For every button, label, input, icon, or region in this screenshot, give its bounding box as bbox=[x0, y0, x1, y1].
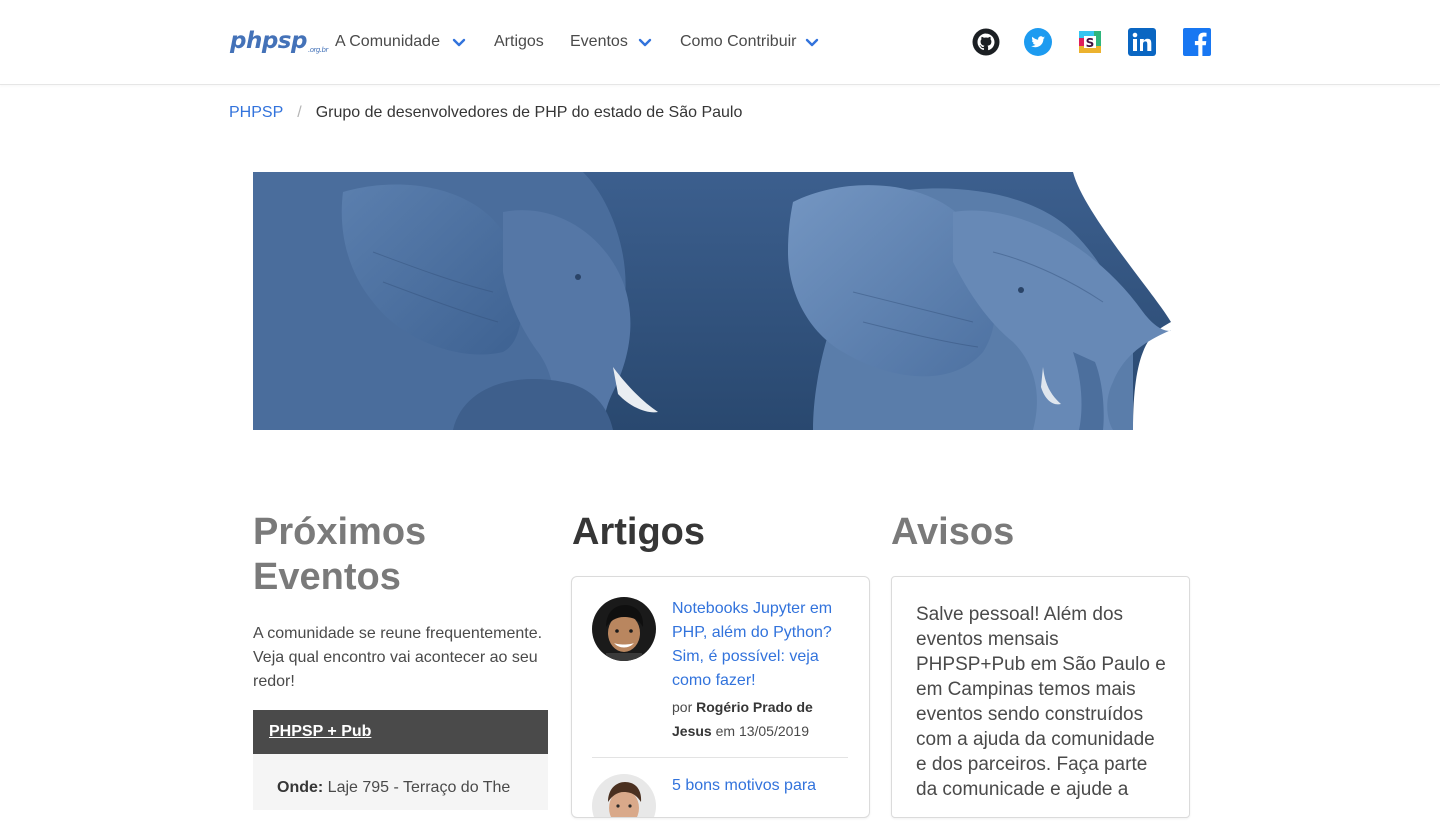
notices-card: Salve pessoal! Além dos eventos mensais … bbox=[891, 576, 1190, 818]
article-item: Notebooks Jupyter em PHP, além do Python… bbox=[592, 597, 848, 757]
logo-text: phpsp bbox=[230, 28, 307, 54]
nav-item-label: Eventos bbox=[570, 33, 628, 50]
nav-item-label: Artigos bbox=[494, 33, 544, 50]
breadcrumb-current: Grupo de desenvolvedores de PHP do estad… bbox=[315, 104, 743, 121]
articles-heading: Artigos bbox=[572, 511, 705, 553]
article-title-link[interactable]: 5 bons motivos para bbox=[672, 774, 848, 798]
navbar: phpsp.org.br A Comunidade Artigos Evento… bbox=[0, 0, 1440, 84]
event-card: PHPSP + Pub Onde: Laje 795 - Terraço do … bbox=[253, 710, 548, 810]
chevron-down-icon bbox=[638, 35, 652, 49]
author-avatar[interactable] bbox=[592, 774, 656, 817]
article-divider bbox=[592, 757, 848, 758]
twitter-icon[interactable] bbox=[1024, 28, 1052, 56]
notices-text: Salve pessoal! Além dos eventos mensais … bbox=[916, 604, 1166, 800]
event-title-link[interactable]: PHPSP + Pub bbox=[269, 723, 371, 741]
notices-heading: Avisos bbox=[891, 511, 1015, 553]
article-by-label: por bbox=[672, 699, 693, 715]
nav-item-label: Como Contribuir bbox=[680, 33, 797, 50]
nav-item-eventos[interactable]: Eventos bbox=[570, 31, 652, 53]
article-date: 13/05/2019 bbox=[738, 723, 810, 739]
article-content: Notebooks Jupyter em PHP, além do Python… bbox=[672, 597, 848, 743]
breadcrumb-separator: / bbox=[297, 104, 302, 121]
phpsp-logo[interactable]: phpsp.org.br bbox=[230, 28, 328, 54]
author-avatar[interactable] bbox=[592, 597, 656, 661]
breadcrumb-link-phpsp[interactable]: PHPSP bbox=[229, 104, 283, 122]
chevron-down-icon bbox=[452, 35, 466, 49]
events-description: A comunidade se reune frequentemente. Ve… bbox=[253, 625, 543, 690]
nav-item-a-comunidade[interactable]: A Comunidade bbox=[335, 31, 466, 53]
article-item: 5 bons motivos para bbox=[592, 774, 848, 817]
linkedin-icon[interactable] bbox=[1128, 28, 1156, 56]
nav-item-artigos[interactable]: Artigos bbox=[494, 31, 544, 53]
event-where-label: Onde: bbox=[277, 779, 324, 796]
articles-card: Notebooks Jupyter em PHP, além do Python… bbox=[571, 576, 870, 818]
chevron-down-icon bbox=[805, 35, 819, 49]
event-card-header: PHPSP + Pub bbox=[253, 710, 548, 754]
nav-item-como-contribuir[interactable]: Como Contribuir bbox=[680, 31, 819, 53]
nav-item-label: A Comunidade bbox=[335, 33, 440, 50]
article-on-label: em bbox=[715, 723, 736, 739]
logo-suffix: .org.br bbox=[307, 46, 328, 54]
article-content: 5 bons motivos para bbox=[672, 774, 848, 798]
facebook-icon[interactable] bbox=[1183, 28, 1211, 56]
article-title-link[interactable]: Notebooks Jupyter em PHP, além do Python… bbox=[672, 597, 848, 693]
event-where-value: Laje 795 - Terraço do The bbox=[327, 779, 511, 796]
article-meta: por Rogério Prado de Jesus em 13/05/2019 bbox=[672, 695, 848, 743]
slack-icon[interactable]: S bbox=[1076, 28, 1104, 56]
github-icon[interactable] bbox=[972, 28, 1000, 56]
events-heading: Próximos Eventos bbox=[253, 511, 427, 598]
event-card-body: Onde: Laje 795 - Terraço do The bbox=[253, 754, 548, 822]
svg-text:S: S bbox=[1086, 36, 1095, 50]
hero-banner-image bbox=[253, 172, 1188, 430]
breadcrumb: PHPSP / Grupo de desenvolvedores de PHP … bbox=[229, 102, 742, 124]
